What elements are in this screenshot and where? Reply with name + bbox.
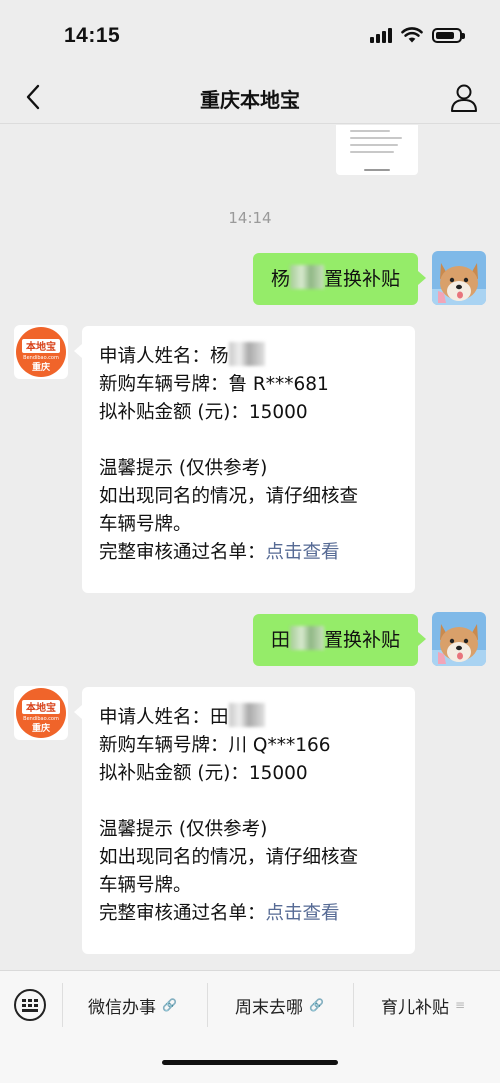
battery-level [436,31,454,39]
keyboard-icon [22,998,38,1012]
applicant-name-value: 杨 [210,346,229,367]
menu-item-weekend[interactable]: 周末去哪 🔗 [235,993,324,1018]
approved-list-label: 完整审核通过名单： [99,903,266,924]
plate-label: 新购车辆号牌： [99,735,229,756]
status-icons [370,27,465,43]
wifi-icon [401,27,423,43]
message-text-prefix: 杨 [270,268,290,290]
logo-city-text: 重庆 [32,361,50,373]
chat-area[interactable]: 14:14 杨置换补贴 本地宝 Bendibao.com 重庆 申请人姓名：杨 … [0,125,500,970]
message-text-suffix: 置换补贴 [323,629,400,651]
plate-value: 川 Q***166 [228,735,331,756]
applicant-name-label: 申请人姓名： [99,707,211,728]
keyboard-toggle-button[interactable] [14,989,46,1021]
logo-sub-text: Bendibao.com [23,355,59,361]
approved-list-row: 完整审核通过名单：点击查看 [99,539,399,567]
menu-item-label: 育儿补贴 [381,997,449,1018]
plate-row: 新购车辆号牌：鲁 R***681 [99,371,399,399]
view-list-link[interactable]: 点击查看 [266,903,340,924]
shiba-avatar-image [432,251,486,305]
amount-row: 拟补贴金额 (元)：15000 [99,399,399,427]
profile-button[interactable] [448,82,480,114]
link-icon: 🔗 [309,998,324,1012]
bot-avatar[interactable]: 本地宝 Bendibao.com 重庆 [14,686,68,740]
plate-label: 新购车辆号牌： [99,374,229,395]
plate-row: 新购车辆号牌：川 Q***166 [99,732,399,760]
bottom-menu: 微信办事 🔗 周末去哪 🔗 育儿补贴 ≡ [0,970,500,1083]
sent-message-bubble[interactable]: 杨 置换补贴 [252,253,427,305]
status-time: 14:15 [64,24,121,47]
applicant-name-row: 申请人姓名：杨 [99,342,399,371]
battery-icon [432,27,465,43]
plate-value: 鲁 R***681 [228,374,329,395]
shiba-avatar-image [432,612,486,666]
chat-title: 重庆本地宝 [200,88,300,112]
image-message-preview[interactable] [336,125,418,175]
message-timestamp: 14:14 [228,209,272,227]
redacted-name [228,342,265,366]
bot-avatar[interactable]: 本地宝 Bendibao.com 重庆 [14,325,68,379]
logo-title-text: 本地宝 [26,701,56,714]
user-avatar[interactable] [432,251,486,305]
received-message-bubble[interactable]: 申请人姓名：田 新购车辆号牌：川 Q***166 拟补贴金额 (元)：15000… [74,687,415,954]
message-text-suffix: 置换补贴 [323,268,400,290]
tip-line: 车辆号牌。 [99,875,192,896]
menu-item-label: 周末去哪 [235,997,303,1018]
cellular-signal-icon [370,27,392,43]
approved-list-row: 完整审核通过名单：点击查看 [99,900,399,928]
status-bar: 14:15 [0,0,500,70]
logo-city-text: 重庆 [32,722,50,734]
amount-row: 拟补贴金额 (元)：15000 [99,760,399,788]
applicant-name-label: 申请人姓名： [99,346,211,367]
redacted-name [289,265,324,289]
bendibao-logo: 本地宝 Bendibao.com 重庆 [14,325,68,379]
received-message-bubble[interactable]: 申请人姓名：杨 新购车辆号牌：鲁 R***681 拟补贴金额 (元)：15000… [74,326,415,593]
message-text-prefix: 田 [270,629,290,651]
person-icon [451,84,477,112]
amount-value: 15000 [248,402,308,423]
menu-item-childcare-subsidy[interactable]: 育儿补贴 ≡ [381,993,466,1018]
tip-line: 如出现同名的情况，请仔细核查 [99,847,359,868]
logo-title-text: 本地宝 [26,340,56,353]
tip-title: 温馨提示 (仅供参考) [99,458,268,479]
applicant-name-row: 申请人姓名：田 [99,703,399,732]
view-list-link[interactable]: 点击查看 [266,542,340,563]
tip-title: 温馨提示 (仅供参考) [99,819,268,840]
tip-line: 如出现同名的情况，请仔细核查 [99,486,359,507]
redacted-name [228,703,265,727]
bendibao-logo: 本地宝 Bendibao.com 重庆 [14,686,68,740]
user-avatar[interactable] [432,612,486,666]
menu-item-label: 微信办事 [88,997,156,1018]
redacted-name [289,626,324,650]
link-icon: 🔗 [162,998,177,1012]
amount-label: 拟补贴金额 (元)： [99,402,249,423]
menu-item-wechat-services[interactable]: 微信办事 🔗 [88,993,177,1018]
amount-value: 15000 [248,763,308,784]
logo-sub-text: Bendibao.com [23,716,59,722]
approved-list-label: 完整审核通过名单： [99,542,266,563]
sent-message-bubble[interactable]: 田 置换补贴 [252,614,427,666]
applicant-name-value: 田 [210,707,229,728]
menu-icon: ≡ [455,998,466,1012]
amount-label: 拟补贴金额 (元)： [99,763,249,784]
tip-line: 车辆号牌。 [99,514,192,535]
nav-bar: 重庆本地宝 [0,70,500,124]
home-indicator[interactable] [162,1060,338,1065]
